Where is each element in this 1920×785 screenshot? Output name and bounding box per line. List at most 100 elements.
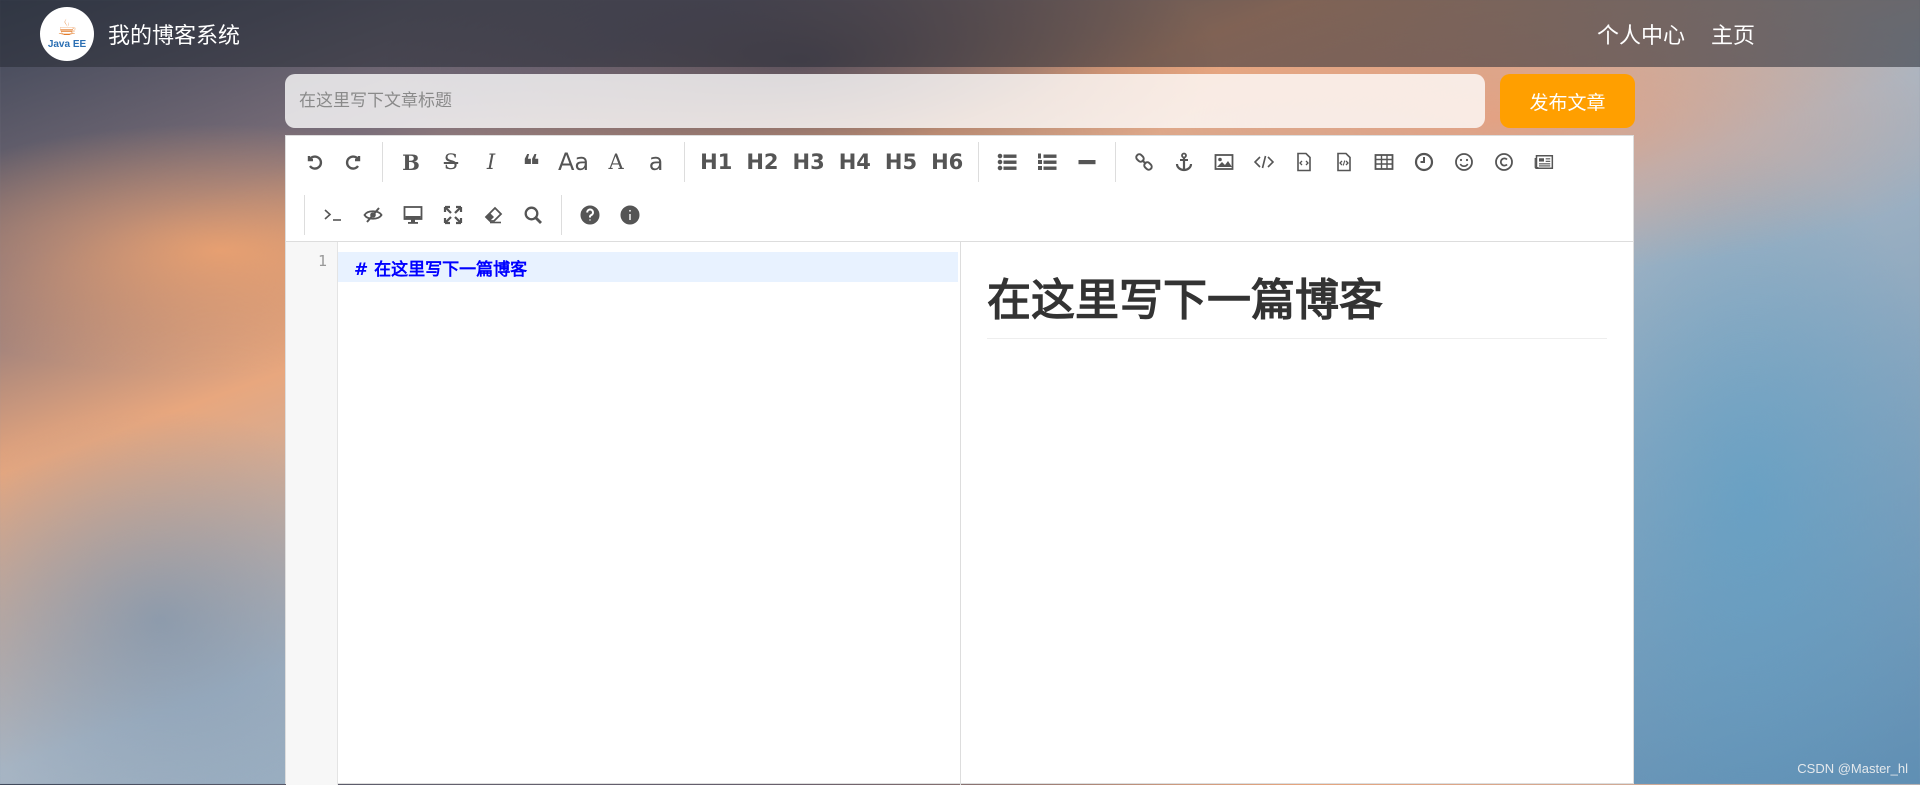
list-ol-icon [1038, 153, 1057, 170]
quote-button[interactable]: ❝ [514, 144, 548, 184]
file-code-block-icon [1337, 152, 1352, 172]
title-row: 发布文章 [285, 74, 1635, 128]
clock-icon [1415, 152, 1434, 172]
lowercase-icon: a [648, 148, 664, 176]
h2-icon: H2 [746, 150, 779, 174]
code-icon [1254, 155, 1275, 169]
image-icon [1214, 154, 1234, 170]
first-letter-uppercase-button[interactable]: A [599, 144, 633, 180]
unordered-list-button[interactable] [990, 144, 1024, 180]
datetime-button[interactable] [1407, 144, 1441, 180]
eye-slash-icon [363, 207, 383, 223]
line-gutter: 1 [286, 242, 338, 785]
file-code-icon [1297, 152, 1312, 172]
toolbar-divider [978, 142, 980, 182]
toolbar-divider [304, 195, 305, 235]
pagebreak-button[interactable] [1527, 144, 1561, 180]
first-uppercase-icon: A [608, 150, 624, 174]
h5-icon: H5 [884, 150, 918, 174]
h1-icon: H1 [700, 150, 733, 174]
info-button[interactable] [613, 197, 647, 233]
italic-button[interactable]: I [474, 144, 508, 180]
horizontal-rule-button[interactable] [1070, 144, 1104, 180]
image-button[interactable] [1207, 144, 1241, 180]
anchor-button[interactable] [1167, 144, 1201, 180]
eraser-icon [484, 206, 503, 224]
logo: ☕ Java EE [40, 6, 94, 61]
redo-button[interactable] [337, 144, 371, 180]
markdown-preview-pane: 在这里写下一篇博客 [961, 242, 1633, 785]
h3-button[interactable]: H3 [789, 144, 829, 180]
lowercase-button[interactable]: a [639, 144, 673, 180]
undo-button[interactable] [297, 144, 331, 180]
markdown-input-pane[interactable]: 1 # 在这里写下一篇博客 [286, 242, 961, 785]
publish-button[interactable]: 发布文章 [1500, 74, 1635, 128]
undo-icon [307, 155, 323, 170]
line-number: 1 [317, 252, 327, 270]
toggle-watch-button[interactable] [356, 197, 390, 233]
strikethrough-icon: S [443, 150, 459, 174]
h6-icon: H6 [931, 150, 964, 174]
minus-icon [1078, 160, 1096, 165]
nav-link-home[interactable]: 主页 [1711, 18, 1755, 50]
redo-icon [345, 155, 361, 170]
clear-button[interactable] [476, 197, 510, 233]
info-circle-icon [620, 205, 640, 225]
italic-icon: I [486, 150, 496, 174]
h2-button[interactable]: H2 [742, 144, 782, 180]
nav-links: 个人中心 主页 [1597, 0, 1755, 67]
markdown-editor: B S I ❝ Aa A a H1 H2 H3 H4 H5 H6 1 # 在这里… [285, 135, 1634, 785]
coffee-cup-icon: ☕ [57, 15, 77, 41]
toolbar-divider [684, 142, 686, 182]
terminal-icon [324, 209, 341, 221]
h3-icon: H3 [792, 150, 825, 174]
uppercase-button[interactable]: Aa [554, 144, 593, 180]
toolbar-divider [382, 142, 383, 182]
logo-text: Java EE [47, 38, 87, 50]
bold-button[interactable]: B [394, 144, 428, 180]
h5-button[interactable]: H5 [881, 144, 921, 180]
h6-button[interactable]: H6 [927, 144, 967, 180]
toolbar-divider [1115, 142, 1117, 182]
editor-toolbar: B S I ❝ Aa A a H1 H2 H3 H4 H5 H6 [286, 136, 1633, 242]
strikethrough-button[interactable]: S [434, 144, 468, 180]
toolbar-divider [561, 195, 562, 235]
copyright-icon [1495, 153, 1514, 171]
newspaper-icon [1534, 155, 1554, 169]
search-icon [524, 206, 542, 224]
nav-link-profile[interactable]: 个人中心 [1597, 18, 1685, 50]
preview-heading: 在这里写下一篇博客 [987, 264, 1607, 339]
goto-line-button[interactable] [316, 197, 350, 233]
quote-icon: ❝ [522, 149, 540, 184]
anchor-icon [1176, 152, 1193, 172]
link-icon [1135, 153, 1153, 171]
h4-icon: H4 [838, 150, 871, 174]
question-circle-icon [580, 205, 600, 225]
desktop-icon [403, 206, 423, 224]
table-icon [1374, 154, 1394, 170]
help-button[interactable] [573, 197, 607, 233]
link-button[interactable] [1127, 144, 1161, 180]
toolbar-row-2 [304, 189, 650, 241]
toolbar-row-1: B S I ❝ Aa A a H1 H2 H3 H4 H5 H6 [294, 136, 1564, 188]
fullscreen-icon [443, 205, 463, 225]
h4-button[interactable]: H4 [835, 144, 875, 180]
preview-button[interactable] [396, 197, 430, 233]
article-title-input[interactable] [285, 74, 1485, 128]
uppercase-icon: Aa [558, 148, 590, 176]
code-button[interactable] [1247, 144, 1281, 180]
html-entities-button[interactable] [1487, 144, 1521, 180]
top-navbar: ☕ Java EE 我的博客系统 个人中心 主页 [0, 0, 1920, 67]
site-title: 我的博客系统 [108, 23, 241, 49]
ordered-list-button[interactable] [1030, 144, 1064, 180]
code-line-active[interactable]: # 在这里写下一篇博客 [338, 252, 958, 282]
search-button[interactable] [516, 197, 550, 233]
fullscreen-button[interactable] [436, 197, 470, 233]
code-block-button[interactable] [1327, 144, 1361, 180]
h1-button[interactable]: H1 [696, 144, 736, 180]
list-ul-icon [997, 153, 1017, 171]
table-button[interactable] [1367, 144, 1401, 180]
preformatted-text-button[interactable] [1287, 144, 1321, 180]
emoji-button[interactable] [1447, 144, 1481, 180]
watermark: CSDN @Master_hl [1797, 761, 1908, 776]
